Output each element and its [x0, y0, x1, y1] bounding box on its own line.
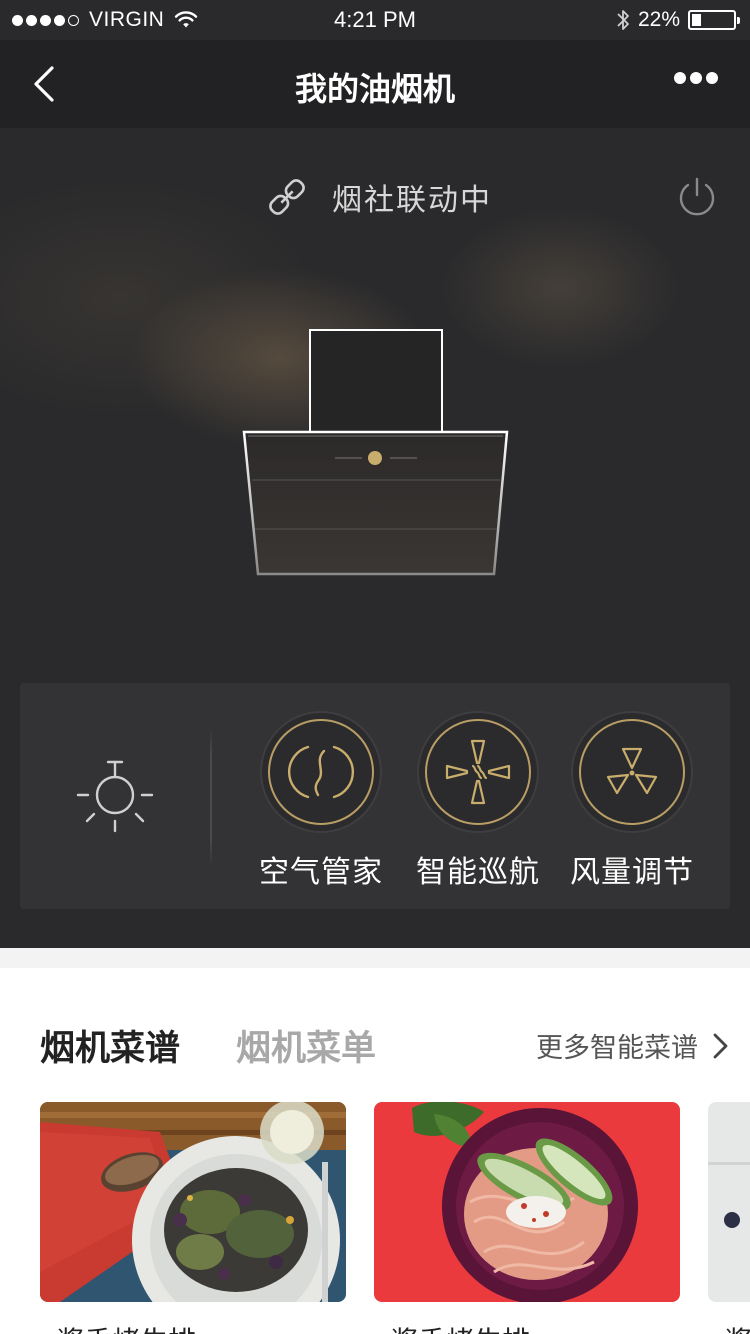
power-icon[interactable]	[676, 176, 718, 218]
control-panel: 空气管家 智能巡航 风量调节	[20, 683, 730, 909]
fan-speed-button[interactable]: 风量调节	[557, 711, 707, 891]
smart-cruise-label: 智能巡航	[416, 855, 540, 890]
section-divider	[0, 948, 750, 968]
recipe-card[interactable]: 酱香烤牛排	[40, 1102, 346, 1334]
nav-bar: 我的油烟机	[0, 40, 750, 128]
chevron-right-icon	[713, 1033, 728, 1058]
air-steward-button[interactable]: 空气管家	[246, 711, 396, 891]
recipe-name: 酱香烤牛排	[56, 1320, 196, 1334]
device-panel: VIRGIN 4:21 PM 22% 我的油烟机 烟社联动中 空气管家 智能巡航…	[0, 0, 750, 948]
recipe-tabs: 烟机菜谱 烟机菜单 更多智能菜谱	[0, 968, 750, 1098]
battery-percent: 22%	[637, 8, 680, 31]
recipe-name: 酱香烤牛排	[390, 1320, 530, 1334]
recipe-card[interactable]: 酱香烤牛排	[374, 1102, 680, 1334]
page-title: 我的油烟机	[294, 70, 455, 108]
battery-icon	[688, 10, 740, 30]
smart-cruise-icon	[445, 739, 511, 805]
air-steward-icon	[287, 745, 355, 799]
more-recipes-link[interactable]: 更多智能菜谱	[536, 1026, 730, 1065]
more-recipes-label: 更多智能菜谱	[536, 1033, 698, 1064]
recipe-name: 酱	[724, 1320, 750, 1334]
recipe-card-list: 酱香烤牛排	[0, 1102, 750, 1334]
range-hood-illustration	[242, 329, 509, 576]
status-bar: VIRGIN 4:21 PM 22%	[0, 0, 750, 40]
tab-hood-recipes[interactable]: 烟机菜谱	[40, 1020, 180, 1071]
link-status: 烟社联动中	[264, 174, 492, 220]
more-icon[interactable]	[674, 72, 718, 86]
recipe-card[interactable]: 酱	[708, 1102, 750, 1334]
air-steward-label: 空气管家	[259, 855, 383, 890]
tab-hood-menu[interactable]: 烟机菜单	[236, 1020, 376, 1071]
recipe-photo	[374, 1102, 680, 1302]
bluetooth-icon	[617, 10, 629, 30]
recipe-photo	[708, 1102, 750, 1302]
fan-icon	[606, 747, 658, 795]
fan-speed-label: 风量调节	[570, 855, 694, 890]
link-status-text: 烟社联动中	[332, 183, 492, 218]
smart-cruise-button[interactable]: 智能巡航	[403, 711, 553, 891]
chain-link-icon	[269, 179, 305, 215]
lamp-icon[interactable]	[76, 759, 154, 837]
panel-divider	[210, 727, 212, 867]
recipe-photo	[40, 1102, 346, 1302]
